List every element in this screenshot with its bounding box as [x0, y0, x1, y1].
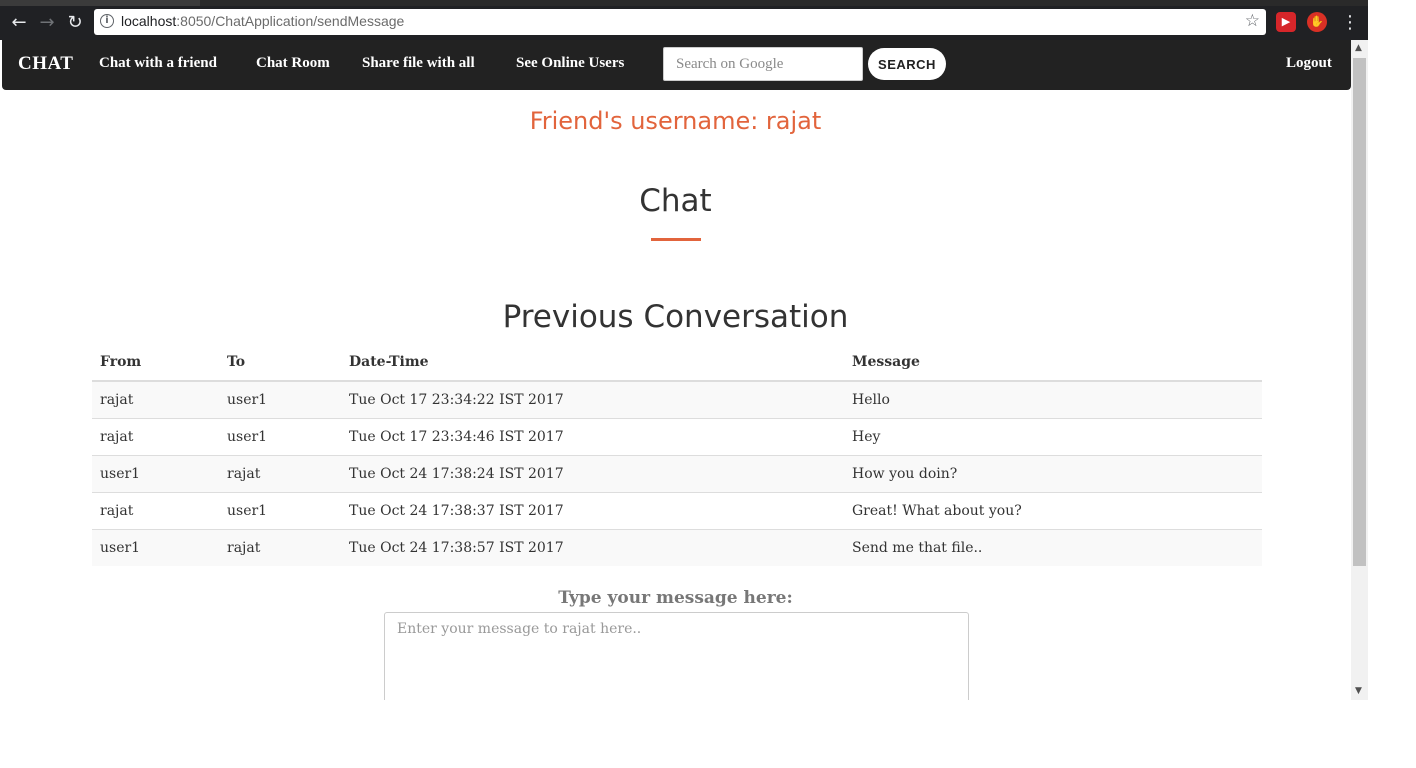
search-button[interactable]: SEARCH — [868, 48, 946, 80]
scrollbar-thumb[interactable] — [1353, 58, 1366, 566]
cell-message: Hello — [844, 380, 1262, 419]
address-bar[interactable]: i localhost:8050/ChatApplication/sendMes… — [94, 9, 1266, 35]
back-icon[interactable]: ← — [8, 12, 30, 34]
cell-message: Send me that file.. — [844, 529, 1262, 566]
cell-message: How you doin? — [844, 455, 1262, 493]
brand-link[interactable]: CHAT — [18, 53, 73, 75]
top-navbar: CHAT Chat with a friend Chat Room Share … — [2, 40, 1351, 90]
cell-message: Hey — [844, 418, 1262, 456]
nav-chat-with-friend[interactable]: Chat with a friend — [99, 55, 217, 72]
cell-to: user1 — [219, 380, 341, 419]
cell-from: rajat — [92, 380, 219, 419]
column-header-message: Message — [844, 344, 1262, 382]
column-header-to: To — [219, 344, 341, 382]
table-row: rajat user1 Tue Oct 17 23:34:22 IST 2017… — [92, 380, 1262, 419]
cell-to: user1 — [219, 418, 341, 456]
cell-datetime: Tue Oct 17 23:34:22 IST 2017 — [341, 380, 844, 419]
page-scrollbar[interactable]: ▲ ▼ — [1351, 40, 1368, 700]
cell-to: user1 — [219, 492, 341, 530]
column-header-from: From — [92, 344, 219, 382]
cell-datetime: Tue Oct 24 17:38:24 IST 2017 — [341, 455, 844, 493]
table-row: rajat user1 Tue Oct 17 23:34:46 IST 2017… — [92, 418, 1262, 456]
cell-from: user1 — [92, 529, 219, 566]
logout-link[interactable]: Logout — [1286, 55, 1332, 72]
cell-from: rajat — [92, 418, 219, 456]
desktop-background — [0, 700, 1416, 768]
nav-online-users[interactable]: See Online Users — [516, 55, 624, 72]
url-text[interactable]: localhost:8050/ChatApplication/sendMessa… — [121, 13, 404, 29]
bookmark-star-icon[interactable]: ☆ — [1245, 11, 1260, 31]
site-info-icon[interactable]: i — [100, 14, 114, 28]
reload-icon[interactable]: ↻ — [64, 12, 86, 34]
previous-conversation-title: Previous Conversation — [502, 299, 849, 335]
conversation-table: From To Date-Time Message rajat user1 Tu… — [92, 344, 1262, 566]
cell-datetime: Tue Oct 24 17:38:37 IST 2017 — [341, 492, 844, 530]
nav-share-file[interactable]: Share file with all — [362, 55, 475, 72]
cell-from: user1 — [92, 455, 219, 493]
cell-from: rajat — [92, 492, 219, 530]
column-header-datetime: Date-Time — [341, 344, 844, 382]
compose-label: Type your message here: — [558, 588, 793, 608]
url-path: :8050/ChatApplication/sendMessage — [176, 13, 405, 29]
browser-toolbar: ← → ↻ i localhost:8050/ChatApplication/s… — [0, 6, 1368, 40]
nav-chat-room[interactable]: Chat Room — [256, 55, 330, 72]
scroll-up-arrow-icon[interactable]: ▲ — [1355, 43, 1362, 53]
friend-username-heading: Friend's username: rajat — [529, 107, 822, 135]
table-header-row: From To Date-Time Message — [92, 344, 1262, 382]
search-input[interactable] — [663, 47, 863, 81]
title-underline — [651, 238, 701, 241]
extension-icon[interactable]: ▶ — [1276, 12, 1296, 32]
scroll-down-arrow-icon[interactable]: ▼ — [1355, 686, 1362, 696]
cell-to: rajat — [219, 529, 341, 566]
browser-menu-icon[interactable]: ⋮ — [1340, 12, 1360, 34]
cell-datetime: Tue Oct 24 17:38:57 IST 2017 — [341, 529, 844, 566]
table-row: user1 rajat Tue Oct 24 17:38:57 IST 2017… — [92, 529, 1262, 566]
chat-title: Chat — [639, 183, 712, 219]
table-row: user1 rajat Tue Oct 24 17:38:24 IST 2017… — [92, 455, 1262, 493]
cell-message: Great! What about you? — [844, 492, 1262, 530]
table-row: rajat user1 Tue Oct 24 17:38:37 IST 2017… — [92, 492, 1262, 530]
url-host: localhost — [121, 13, 177, 29]
forward-icon[interactable]: → — [36, 12, 58, 34]
cell-datetime: Tue Oct 17 23:34:46 IST 2017 — [341, 418, 844, 456]
extension-hand-icon[interactable]: ✋ — [1307, 12, 1327, 32]
cell-to: rajat — [219, 455, 341, 493]
